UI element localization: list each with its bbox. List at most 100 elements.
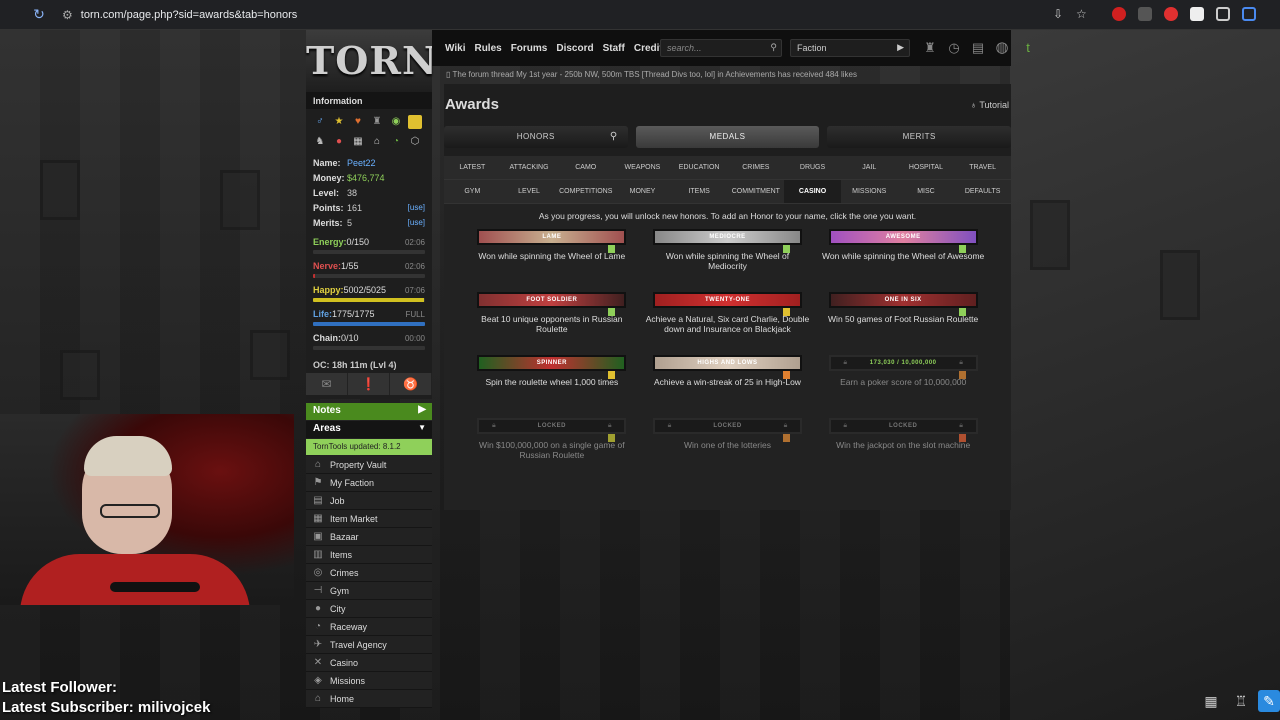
category-tab[interactable]: LEVEL (500, 180, 558, 204)
category-tab[interactable]: CASINO (784, 180, 841, 204)
honor-banner[interactable]: SPINNER (477, 355, 627, 371)
nav-discord[interactable]: Discord (556, 43, 593, 54)
extension-icon[interactable] (1112, 7, 1126, 21)
honor-banner[interactable]: LAME (477, 229, 627, 245)
gender-icon[interactable]: ♂ (313, 115, 327, 129)
honor-item[interactable]: AWESOME Won while spinning the Wheel of A… (815, 229, 991, 283)
honor-banner[interactable]: HIGHS AND LOWS (652, 355, 802, 371)
honor-banner[interactable]: MEDIOCRE (652, 229, 802, 245)
honor-banner[interactable]: AWESOME (828, 229, 978, 245)
status-bar[interactable]: Energy: 0/150 02:06 (313, 236, 425, 254)
category-tab[interactable]: MISSIONS (840, 180, 898, 204)
nav-staff[interactable]: Staff (603, 43, 625, 54)
category-tab[interactable]: CRIMES (727, 156, 785, 180)
search-icon[interactable]: ⚲ (610, 126, 618, 148)
areas-header[interactable]: Areas ▼ (306, 421, 432, 438)
status-bar[interactable]: Happy: 5002/5025 07:06 (313, 284, 425, 302)
extension-icon[interactable] (1242, 7, 1256, 21)
honor-banner[interactable]: Locked (828, 418, 978, 434)
robot-icon[interactable]: ♖ (1230, 690, 1252, 712)
honor-banner[interactable]: Locked (477, 418, 627, 434)
category-tab[interactable]: DEFAULTS (954, 180, 1011, 204)
category-tab[interactable]: COMMITMENT (727, 180, 785, 204)
forum-ticker[interactable]: ▯ The forum thread My 1st year - 250b NW… (444, 66, 1011, 84)
building-icon[interactable]: ▦ (1200, 690, 1222, 712)
area-item[interactable]: ◎ Crimes (306, 564, 432, 582)
property-icon[interactable]: ⌂ (370, 135, 384, 149)
bank-icon[interactable] (408, 115, 422, 129)
married-heart-icon[interactable]: ♥ (351, 115, 365, 129)
stock-icon[interactable]: ♞ (313, 135, 327, 149)
area-item[interactable]: ◔ Raceway (306, 618, 432, 636)
nav-wiki[interactable]: Wiki (445, 43, 465, 54)
status-bar[interactable]: Life: 1775/1775 FULL (313, 308, 425, 326)
torntools-icon[interactable]: t (1020, 40, 1036, 56)
area-item[interactable]: ▣ Bazaar (306, 528, 432, 546)
area-item[interactable]: ⊣ Gym (306, 582, 432, 600)
category-tab[interactable]: LATEST (444, 156, 501, 180)
area-item[interactable]: ◈ Missions (306, 672, 432, 690)
education-icon[interactable]: ◉ (389, 115, 403, 129)
clipboard-icon[interactable]: ▤ (970, 40, 986, 56)
alert-icon[interactable]: ❗ (348, 373, 390, 395)
honor-item[interactable]: TWENTY-ONE Achieve a Natural, Six card Ch… (640, 292, 816, 346)
honor-item[interactable]: Locked Win the jackpot on the slot machin… (815, 418, 991, 472)
drug-icon[interactable]: ● (332, 135, 346, 149)
area-item[interactable]: ✈ Travel Agency (306, 636, 432, 654)
clock-icon[interactable]: ◷ (946, 40, 962, 56)
search-input[interactable]: search... ⚲ (660, 39, 782, 57)
honor-item[interactable]: 173,030 / 10,000,000 Earn a poker score o… (815, 355, 991, 409)
search-icon[interactable]: ⚲ (770, 42, 777, 53)
globe-icon[interactable]: ◍ (994, 40, 1010, 56)
status-bar[interactable]: Nerve: 1/55 02:06 (313, 260, 425, 278)
honor-item[interactable]: FOOT SOLDIER Beat 10 unique opponents in … (464, 292, 640, 346)
status-bar[interactable]: Chain: 0/10 00:00 (313, 332, 425, 350)
torn-logo[interactable]: TORN (306, 30, 437, 92)
mail-icon[interactable]: ✉ (306, 373, 348, 395)
tab-merits[interactable]: MERITS (827, 126, 1012, 148)
address-bar[interactable]: torn.com/page.php?sid=awards&tab=honors (81, 9, 297, 21)
booster-icon[interactable]: ◔ (389, 135, 403, 149)
pencil-icon[interactable]: ✎ (1258, 690, 1280, 712)
extension-icon[interactable] (1138, 7, 1152, 21)
area-item[interactable]: ▦ Item Market (306, 510, 432, 528)
honor-item[interactable]: SPINNER Spin the roulette wheel 1,000 tim… (464, 355, 640, 409)
honor-item[interactable]: HIGHS AND LOWS Achieve a win-streak of 25… (640, 355, 816, 409)
information-header[interactable]: Information (306, 92, 432, 109)
category-tab[interactable]: JAIL (840, 156, 898, 180)
install-icon[interactable]: ⇩ (1053, 7, 1067, 21)
honor-item[interactable]: Locked Win $100,000,000 on a single game … (464, 418, 640, 472)
category-tab[interactable]: EDUCATION (670, 156, 728, 180)
category-tab[interactable]: DRUGS (784, 156, 841, 180)
honor-item[interactable]: Locked Win one of the lotteries 🔒︎ 🔒︎ (640, 418, 816, 472)
notes-header[interactable]: Notes ▶ (306, 403, 432, 420)
award-icon[interactable]: ♉ (390, 373, 432, 395)
company-icon[interactable]: ♜ (370, 115, 384, 129)
category-tab[interactable]: WEAPONS (614, 156, 671, 180)
nav-rules[interactable]: Rules (474, 43, 501, 54)
extension-icon[interactable] (1216, 7, 1230, 21)
area-item[interactable]: ▤ Job (306, 492, 432, 510)
calendar-icon[interactable]: ▦ (351, 135, 365, 149)
honor-banner[interactable]: Locked (652, 418, 802, 434)
honor-banner[interactable]: 173,030 / 10,000,000 (828, 355, 978, 371)
category-tab[interactable]: GYM (444, 180, 501, 204)
area-item[interactable]: ✕ Casino (306, 654, 432, 672)
extension-icon[interactable] (1190, 7, 1204, 21)
honor-banner[interactable]: ONE IN SIX (828, 292, 978, 308)
people-icon[interactable]: ♜ (922, 40, 938, 56)
area-item[interactable]: ⚑ My Faction (306, 474, 432, 492)
player-name-link[interactable]: Peet22 (347, 158, 425, 168)
organized-crime-timer[interactable]: OC: 18h 11m (Lvl 4) (313, 350, 425, 373)
honor-banner[interactable]: TWENTY-ONE (652, 292, 802, 308)
area-item[interactable]: ▥ Items (306, 546, 432, 564)
category-tab[interactable]: CAMO (557, 156, 615, 180)
honor-item[interactable]: LAME Won while spinning the Wheel of Lame (464, 229, 640, 283)
extension-icon[interactable] (1164, 7, 1178, 21)
torntools-update-notice[interactable]: TornTools updated: 8.1.2 (306, 439, 432, 455)
category-tab[interactable]: ITEMS (670, 180, 728, 204)
area-item[interactable]: ● City (306, 600, 432, 618)
tab-medals[interactable]: MEDALS (635, 126, 820, 148)
use-merits-link[interactable]: [use] (408, 218, 425, 227)
tab-honors[interactable]: HONORS ⚲ (444, 126, 628, 148)
